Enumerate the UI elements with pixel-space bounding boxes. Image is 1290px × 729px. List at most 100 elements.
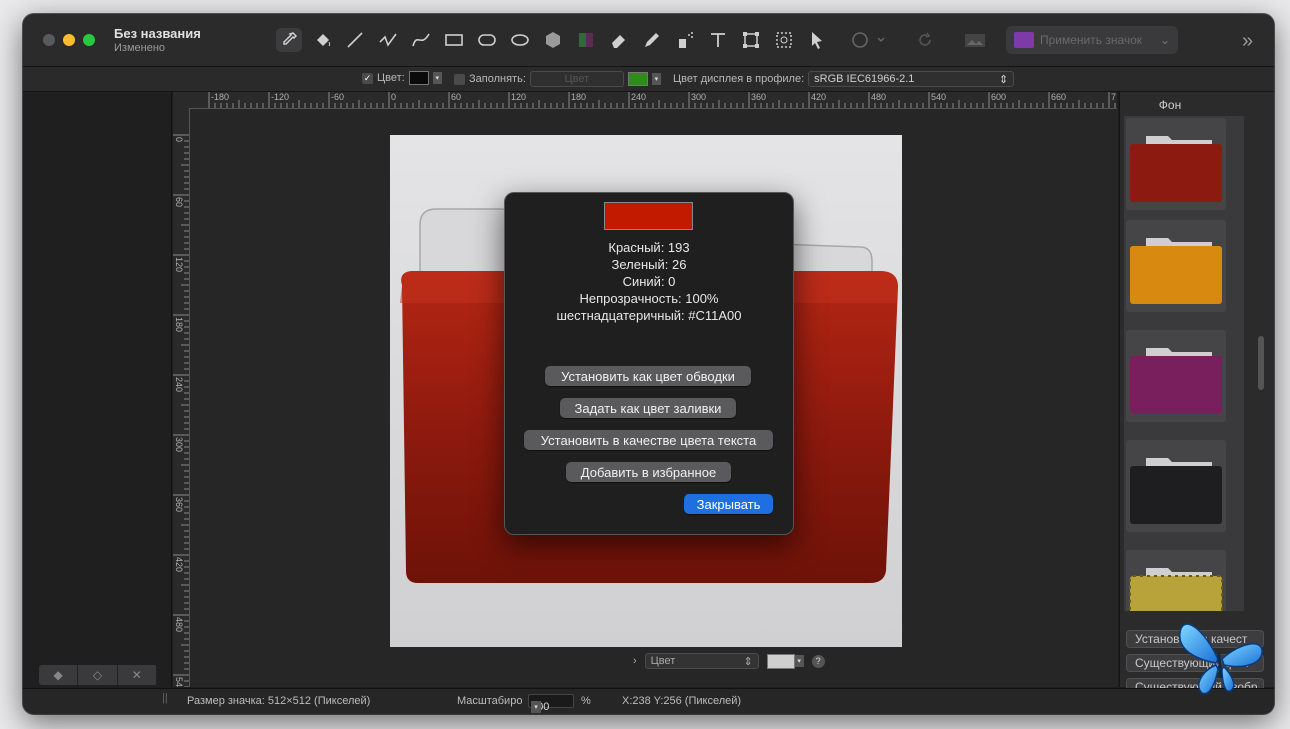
icon-size-status: Размер значка: 512×512 (Пикселей) — [187, 695, 371, 707]
ruler-label: 300 — [174, 437, 184, 453]
zoom-field[interactable]: 100 ▾ — [528, 694, 574, 713]
eraser-icon[interactable] — [606, 28, 632, 52]
transform-icon[interactable] — [738, 28, 764, 52]
eyedropper-icon[interactable] — [276, 28, 302, 52]
canvas-bg-swatch[interactable] — [766, 653, 795, 669]
ruler-label: 7 — [1111, 92, 1117, 102]
background-list[interactable] — [1124, 116, 1244, 611]
canvas-color-value: Цвет — [650, 655, 676, 667]
double-chevron-right-icon[interactable]: » — [1242, 30, 1253, 53]
crop-select-icon[interactable] — [771, 28, 797, 52]
canvas-color-select[interactable]: Цвет ⇕ — [644, 653, 759, 669]
image-icon[interactable] — [960, 28, 990, 52]
resize-handle-icon[interactable]: || — [162, 692, 168, 704]
title-bar: Без названия Изменено Применить значок ⌄… — [23, 14, 1274, 67]
stroke-color-checkbox[interactable]: ✓ — [362, 72, 373, 84]
bg-thumb-purple[interactable] — [1126, 330, 1226, 422]
ruler-label: 480 — [174, 617, 184, 633]
blue-value: Синий: 0 — [622, 274, 676, 289]
ruler-label: 180 — [571, 92, 587, 102]
zoom-dropdown-icon[interactable]: ▾ — [531, 701, 541, 713]
rotate-icon[interactable] — [912, 28, 938, 52]
layer-tools: ◆ ◇ ✕ — [39, 665, 157, 685]
more-shapes-icon[interactable] — [848, 28, 888, 52]
layers-icon[interactable]: ◆ — [39, 665, 79, 685]
pencil-icon[interactable] — [639, 28, 665, 52]
text-icon[interactable] — [705, 28, 731, 52]
red-value: Красный: 193 — [608, 240, 690, 255]
ruler-label: 660 — [1051, 92, 1067, 102]
fill-color-dropdown[interactable]: ▾ — [651, 73, 661, 85]
ruler-label: 120 — [174, 257, 184, 273]
close-window-button[interactable] — [43, 34, 55, 46]
rounded-rect-icon[interactable] — [474, 28, 500, 52]
spray-icon[interactable] — [672, 28, 698, 52]
background-list-scrollbar[interactable] — [1258, 336, 1264, 390]
hexagon-icon[interactable] — [540, 28, 566, 52]
chevron-right-icon[interactable]: › — [633, 655, 637, 667]
pointer-icon[interactable] — [804, 28, 830, 52]
layers-stack-icon[interactable]: ◇ — [78, 665, 118, 685]
color-info-dialog: Красный: 193 Зеленый: 26 Синий: 0 Непроз… — [504, 192, 794, 535]
minimize-window-button[interactable] — [63, 34, 75, 46]
zoom-unit: % — [581, 695, 591, 707]
add-to-favorites-button[interactable]: Добавить в избранное — [566, 462, 731, 482]
stroke-color-dropdown[interactable]: ▾ — [432, 72, 442, 84]
options-bar: ✓ Цвет: ▾ Заполнять: Цвет ▾ Цвет дисплея… — [23, 67, 1274, 92]
ruler-label: 480 — [871, 92, 887, 102]
hex-value: шестнадцатеричный: #C11A00 — [556, 308, 742, 323]
ruler-label: 300 — [691, 92, 707, 102]
set-stroke-color-button[interactable]: Установить как цвет обводки — [545, 366, 751, 386]
ruler-label: 60 — [451, 92, 462, 102]
window-subtitle: Изменено — [114, 42, 166, 54]
fill-type-value: Цвет — [564, 73, 590, 85]
line-icon[interactable] — [342, 28, 368, 52]
maximize-window-button[interactable] — [83, 34, 95, 46]
display-profile-label: Цвет дисплея в профиле: — [673, 73, 805, 85]
updown-icon: ⇕ — [998, 73, 1009, 86]
ruler-label: 420 — [174, 557, 184, 573]
paint-bucket-icon[interactable] — [310, 28, 336, 52]
curve-icon[interactable] — [408, 28, 434, 52]
ellipse-icon[interactable] — [507, 28, 533, 52]
canvas-bottom-bar: › Цвет ⇕ ▾ ? — [633, 653, 825, 669]
ruler-label: 240 — [174, 377, 184, 393]
folder-icon — [1014, 32, 1034, 48]
help-button[interactable]: ? — [811, 654, 825, 668]
rectangle-icon[interactable] — [441, 28, 467, 52]
horizontal-ruler: -180 -120 -60 0 60 120 180 240 300 360 420 480 540 60… — [173, 92, 1117, 109]
ruler-label: 60 — [174, 197, 184, 208]
bg-thumb-red[interactable] — [1126, 118, 1226, 210]
set-text-color-button[interactable]: Установить в качестве цвета текста — [524, 430, 773, 450]
picked-color-swatch — [604, 202, 693, 230]
polyline-icon[interactable] — [375, 28, 401, 52]
ruler-label: 0 — [174, 137, 184, 143]
chevron-down-icon: ⌄ — [1159, 33, 1170, 47]
ruler-label: -120 — [271, 92, 290, 102]
vertical-ruler: 0 60 120 180 240 300 360 420 480 54 — [173, 108, 190, 687]
bg-thumb-orange[interactable] — [1126, 220, 1226, 312]
bg-thumb-black[interactable] — [1126, 440, 1226, 532]
ruler-label: 540 — [931, 92, 947, 102]
fill-checkbox[interactable] — [454, 73, 465, 85]
gradient-icon[interactable] — [573, 28, 599, 52]
fill-label: Заполнять: — [469, 73, 526, 85]
ruler-label: 600 — [991, 92, 1007, 102]
butterfly-icon — [1179, 623, 1263, 695]
apply-icon-button[interactable]: Применить значок ⌄ — [1006, 26, 1178, 54]
close-dialog-button[interactable]: Закрывать — [684, 494, 773, 514]
ruler-label: 180 — [174, 317, 184, 333]
ruler-label: 0 — [391, 92, 397, 102]
canvas-bg-dropdown[interactable]: ▾ — [794, 655, 804, 667]
profile-select[interactable]: sRGB IEC61966-2.1 ⇕ — [808, 71, 1015, 87]
ruler-label: 240 — [631, 92, 647, 102]
delete-icon[interactable]: ✕ — [118, 665, 157, 685]
status-bar: || Размер значка: 512×512 (Пикселей) Мас… — [23, 688, 1274, 714]
stroke-color-swatch[interactable] — [408, 71, 429, 85]
fill-color-swatch[interactable] — [627, 72, 648, 86]
bg-thumb-pattern[interactable] — [1126, 550, 1226, 611]
ruler-label: -180 — [211, 92, 230, 102]
window-title: Без названия — [114, 26, 201, 41]
set-fill-color-button[interactable]: Задать как цвет заливки — [560, 398, 736, 418]
fill-type-select[interactable]: Цвет — [529, 71, 624, 87]
